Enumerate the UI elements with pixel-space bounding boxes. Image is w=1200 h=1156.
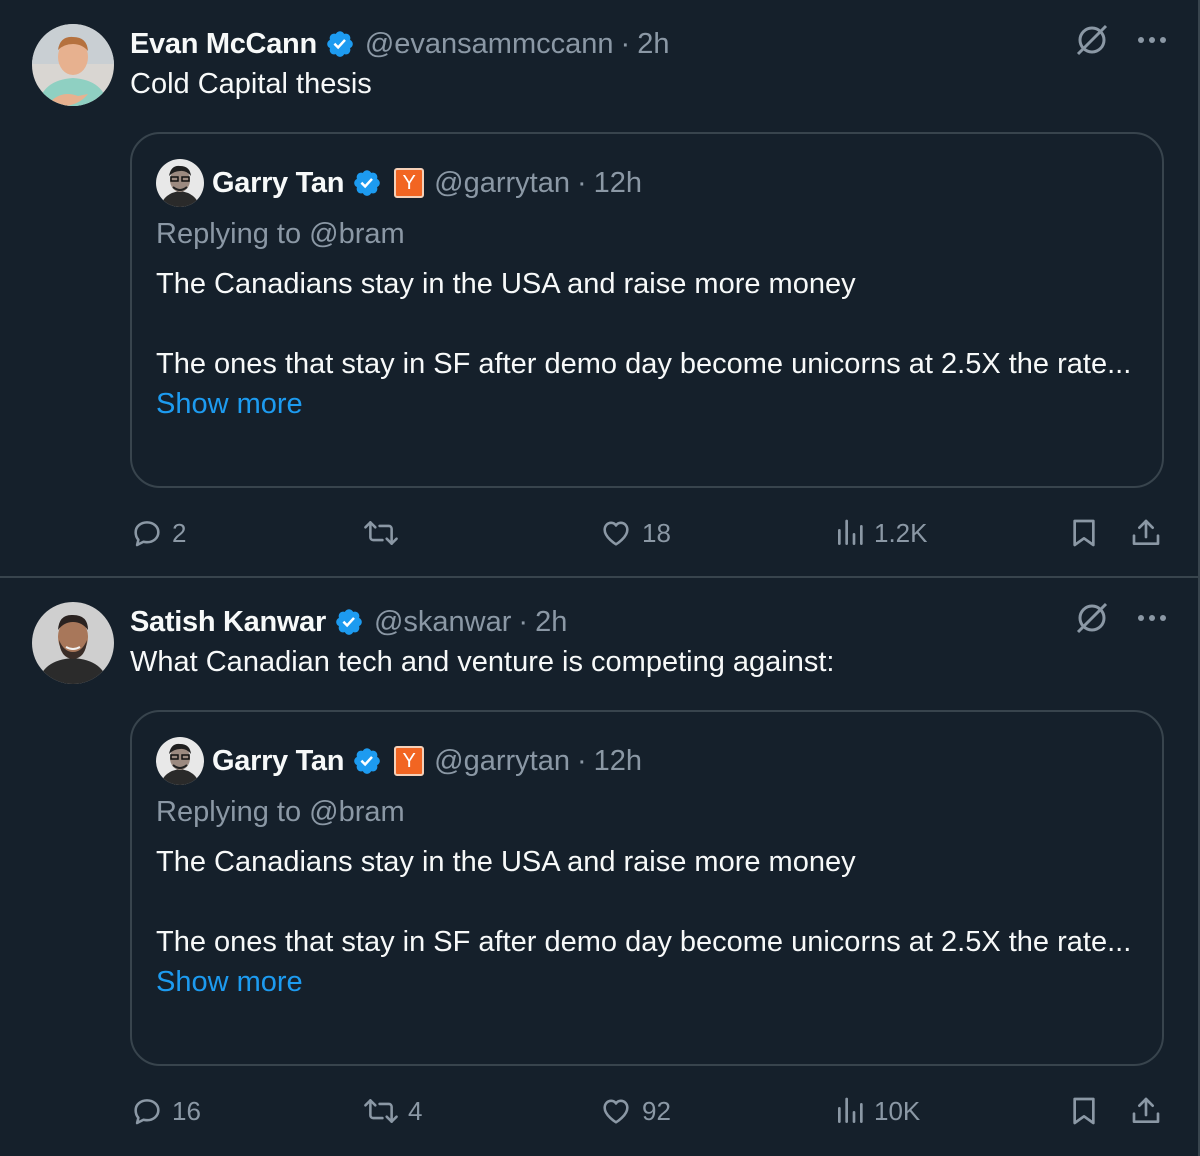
- more-icon[interactable]: [1136, 35, 1168, 45]
- timestamp[interactable]: 2h: [535, 606, 567, 639]
- verified-badge-icon: [327, 31, 353, 57]
- grok-icon[interactable]: [1074, 22, 1110, 58]
- like-button[interactable]: 18: [598, 516, 671, 550]
- timestamp[interactable]: 2h: [637, 28, 669, 61]
- author-name[interactable]: Satish Kanwar: [130, 606, 326, 639]
- views-icon: [838, 519, 863, 545]
- views-button[interactable]: 10K: [834, 1094, 920, 1128]
- separator: ·: [518, 605, 529, 638]
- share-icon: [1132, 1097, 1160, 1123]
- reply-button[interactable]: 16: [130, 1094, 201, 1128]
- quoted-tweet[interactable]: Garry Tan Y @garrytan · 12h Replying to …: [130, 710, 1164, 1066]
- tweet-text: What Canadian tech and venture is compet…: [130, 646, 835, 678]
- quoted-paragraph: The ones that stay in SF after demo day …: [156, 926, 1132, 958]
- tweet-text: Cold Capital thesis: [130, 68, 372, 100]
- like-count: 18: [642, 517, 671, 548]
- bookmark-icon: [1073, 519, 1095, 547]
- avatar[interactable]: [32, 24, 114, 106]
- bookmark-icon: [1073, 1097, 1095, 1125]
- quoted-author-name: Garry Tan: [212, 166, 345, 199]
- affiliate-badge-icon: Y: [394, 746, 425, 776]
- author-handle[interactable]: @evansammccann: [365, 28, 614, 61]
- repost-icon: [364, 1099, 398, 1123]
- quoted-paragraph: The ones that stay in SF after demo day …: [156, 348, 1132, 380]
- reply-count: 16: [172, 1095, 201, 1126]
- quoted-text: The Canadians stay in the USA and raise …: [156, 842, 1146, 1002]
- repost-button[interactable]: 4: [362, 1094, 422, 1128]
- more-icon[interactable]: [1136, 613, 1168, 623]
- quoted-author-handle: @garrytan: [434, 744, 570, 777]
- bookmark-button[interactable]: [1068, 1094, 1100, 1128]
- like-icon: [603, 1099, 629, 1124]
- show-more-link[interactable]: Show more: [156, 962, 1146, 1002]
- tweet[interactable]: Evan McCann @evansammccann · 2h Cold Cap…: [0, 0, 1200, 578]
- quoted-timestamp: 12h: [593, 166, 643, 199]
- avatar: [156, 737, 204, 785]
- avatar: [156, 159, 204, 207]
- quoted-author-name: Garry Tan: [212, 744, 345, 777]
- separator: ·: [576, 744, 587, 777]
- views-icon: [838, 1097, 863, 1123]
- quoted-tweet[interactable]: Garry Tan Y @garrytan · 12h Replying to …: [130, 132, 1164, 488]
- bookmark-button[interactable]: [1068, 516, 1100, 550]
- reply-icon: [134, 521, 160, 547]
- repost-button[interactable]: [362, 516, 408, 550]
- repost-icon: [364, 521, 398, 545]
- author-handle[interactable]: @skanwar: [374, 606, 511, 639]
- verified-badge-icon: [354, 748, 380, 774]
- quoted-text: The Canadians stay in the USA and raise …: [156, 264, 1146, 424]
- share-icon: [1132, 519, 1160, 545]
- quoted-author-handle: @garrytan: [434, 166, 570, 199]
- avatar[interactable]: [32, 602, 114, 684]
- verified-badge-icon: [336, 609, 362, 635]
- reply-count: 2: [172, 517, 187, 548]
- replying-to: Replying to @bram: [156, 796, 405, 828]
- reply-button[interactable]: 2: [130, 516, 186, 550]
- affiliate-badge-icon: Y: [394, 168, 425, 198]
- like-count: 92: [642, 1095, 671, 1126]
- share-button[interactable]: [1130, 1094, 1162, 1128]
- show-more-link[interactable]: Show more: [156, 384, 1146, 424]
- author-name[interactable]: Evan McCann: [130, 28, 317, 61]
- tweet[interactable]: Satish Kanwar @skanwar · 2h What Canadia…: [0, 578, 1200, 1156]
- like-button[interactable]: 92: [598, 1094, 671, 1128]
- grok-icon[interactable]: [1074, 600, 1110, 636]
- action-bar: 2 18 1.2K: [0, 508, 1200, 558]
- reply-icon: [134, 1099, 160, 1125]
- like-icon: [603, 521, 629, 546]
- separator: ·: [576, 166, 587, 199]
- action-bar: 16 4 92 10K: [0, 1086, 1200, 1136]
- views-button[interactable]: 1.2K: [834, 516, 928, 550]
- repost-count: 4: [408, 1095, 423, 1126]
- share-button[interactable]: [1130, 516, 1162, 550]
- verified-badge-icon: [354, 170, 380, 196]
- view-count: 10K: [874, 1095, 921, 1126]
- replying-to: Replying to @bram: [156, 218, 405, 250]
- view-count: 1.2K: [874, 517, 928, 548]
- quoted-paragraph: The Canadians stay in the USA and raise …: [156, 268, 856, 300]
- quoted-paragraph: The Canadians stay in the USA and raise …: [156, 846, 856, 878]
- separator: ·: [620, 27, 631, 60]
- quoted-timestamp: 12h: [593, 744, 643, 777]
